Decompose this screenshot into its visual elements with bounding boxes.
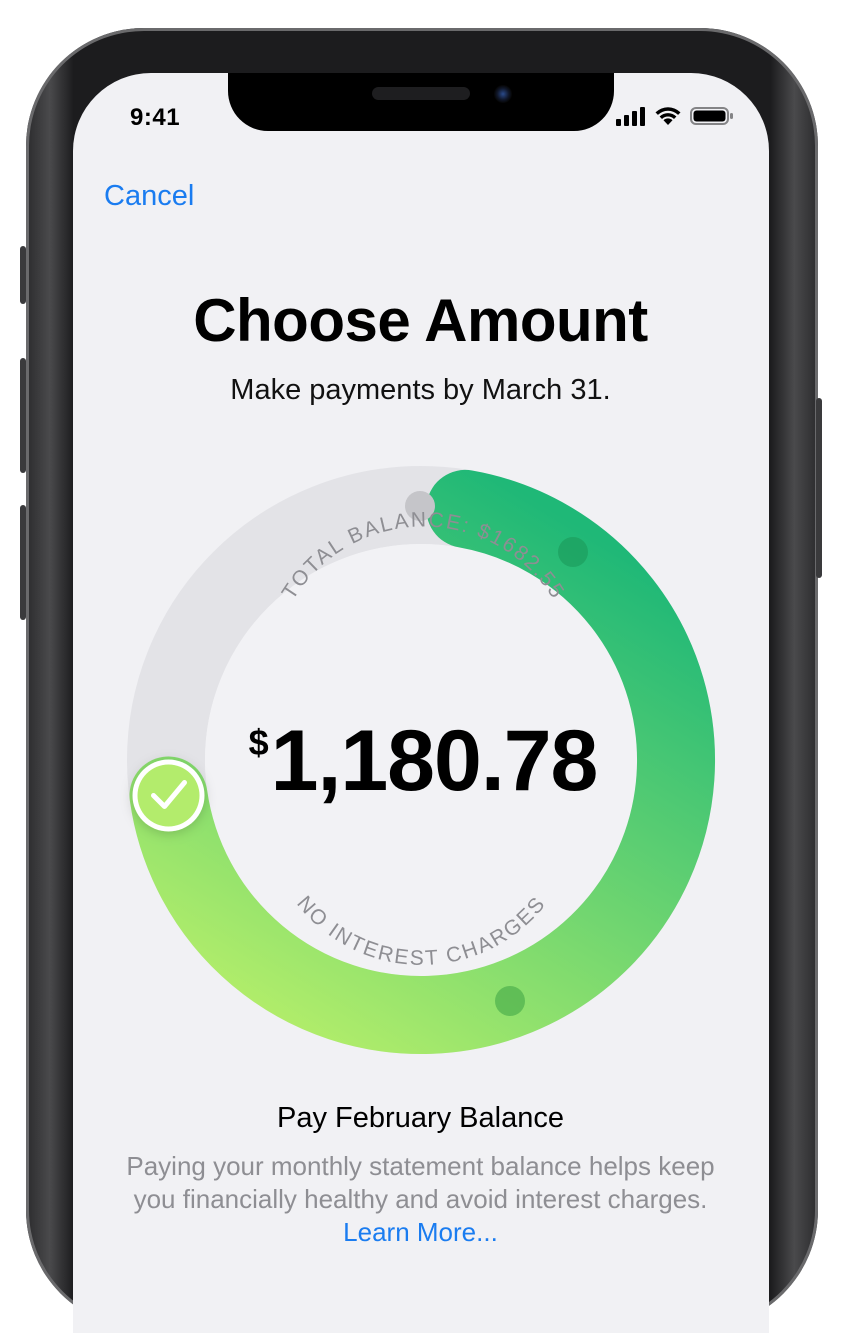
dial-marker-statement[interactable] [558,537,588,567]
amount-value: 1,180.78 [270,713,599,809]
selected-amount: $ 1,180.78 [228,712,618,811]
option-description: Paying your monthly statement balance he… [110,1150,731,1249]
currency-symbol: $ [248,722,269,763]
dial-marker-partial[interactable] [495,986,525,1016]
option-description-text: Paying your monthly statement balance he… [126,1151,715,1214]
dial-handle[interactable] [132,759,205,832]
option-title: Pay February Balance [277,1102,564,1134]
payment-amount-dial[interactable]: TOTAL BALANCE: $1682.55 NO INTEREST CHAR… [0,0,841,1260]
learn-more-link[interactable]: Learn More... [343,1217,498,1247]
